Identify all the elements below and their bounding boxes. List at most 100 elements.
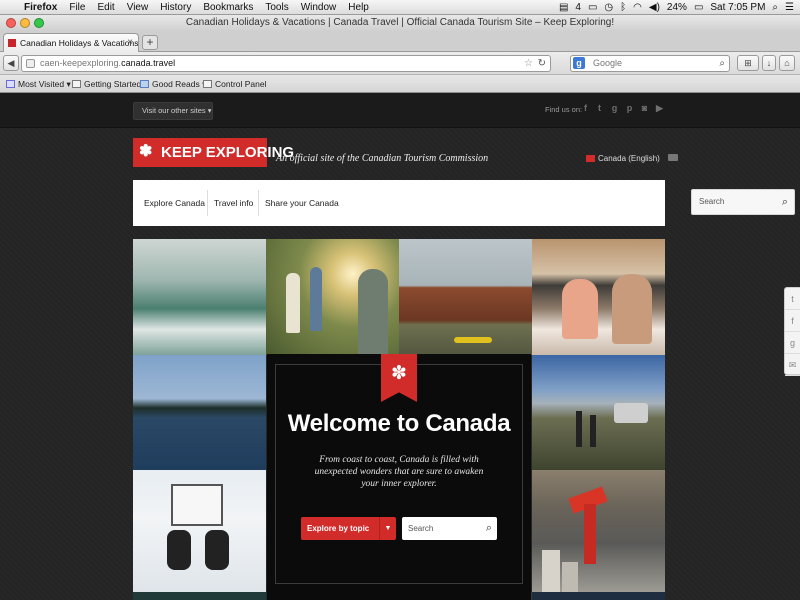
close-tab-icon[interactable]: × xyxy=(127,34,133,52)
welcome-search-input[interactable]: Search ⌕ xyxy=(402,517,497,540)
person-figure xyxy=(310,267,322,331)
site-top-strip: Visit our other sites ▾ Find us on: f t … xyxy=(0,94,800,128)
search-icon[interactable]: ⌕ xyxy=(782,190,788,214)
clock[interactable]: Sat 7:05 PM xyxy=(710,2,765,13)
search-icon[interactable]: ⌕ xyxy=(486,517,492,540)
search-engine-box[interactable]: g Google ⌕ xyxy=(570,55,730,72)
tab-strip: Canadian Holidays & Vacations ... × + xyxy=(0,31,800,52)
photo-niagara-falls[interactable] xyxy=(133,239,266,355)
bluetooth-icon[interactable]: ᛒ xyxy=(620,2,626,13)
site-identity-icon[interactable] xyxy=(26,59,35,68)
url-bar[interactable]: caen-keepexploring.canada.travel ☆ ↻ xyxy=(21,55,551,72)
site-tagline: An official site of the Canadian Tourism… xyxy=(276,153,489,164)
wifi-icon[interactable]: ◠ xyxy=(633,2,642,13)
menu-history[interactable]: History xyxy=(154,2,197,13)
photo-lake[interactable] xyxy=(133,355,266,470)
close-window-icon[interactable] xyxy=(6,18,16,28)
zoom-window-icon[interactable] xyxy=(34,18,44,28)
menu-edit[interactable]: Edit xyxy=(91,2,120,13)
spotlight-icon[interactable]: ⌕ xyxy=(772,2,778,13)
menu-bookmarks[interactable]: Bookmarks xyxy=(197,2,259,13)
reload-icon[interactable]: ↻ xyxy=(538,56,546,71)
minimize-window-icon[interactable] xyxy=(20,18,30,28)
bookmark-label: Most Visited xyxy=(18,79,65,89)
keep-exploring-logo[interactable]: ✽ KEEP EXPLORING xyxy=(133,138,294,167)
menu-view[interactable]: View xyxy=(121,2,155,13)
bookmark-most-visited[interactable]: Most Visited ▾ xyxy=(6,75,71,93)
volume-icon[interactable]: ◀) xyxy=(649,2,660,13)
page-icon xyxy=(203,80,212,88)
visit-other-sites-dropdown[interactable]: Visit our other sites ▾ xyxy=(133,102,213,120)
building-shape xyxy=(562,562,578,592)
bookmark-good-reads[interactable]: Good Reads ▾ xyxy=(140,75,206,93)
bookmark-label: Getting Started xyxy=(84,79,142,89)
download-button[interactable]: ↓ xyxy=(762,55,776,71)
page-icon xyxy=(72,80,81,88)
photo-patio-dining[interactable] xyxy=(532,239,665,355)
bookmarks-toolbar: Most Visited ▾ Getting Started Good Read… xyxy=(0,75,800,93)
share-sidebar: t f g ✉ xyxy=(784,287,800,376)
time-machine-icon[interactable]: ◷ xyxy=(604,2,613,13)
menu-window[interactable]: Window xyxy=(295,2,343,13)
nav-share-your-canada[interactable]: Share your Canada xyxy=(265,180,339,226)
nav-divider xyxy=(207,190,208,216)
pinterest-icon[interactable]: p xyxy=(624,103,635,115)
language-selector[interactable]: Canada (English) xyxy=(586,154,679,163)
kayak-shape xyxy=(454,337,492,343)
nav-explore-canada[interactable]: Explore Canada xyxy=(144,180,205,226)
facebook-icon[interactable]: f xyxy=(580,103,591,115)
battery-icon[interactable]: ▭ xyxy=(694,2,703,13)
twitter-icon[interactable]: t xyxy=(594,103,605,115)
back-button[interactable]: ◀ xyxy=(3,55,19,71)
bookmark-getting-started[interactable]: Getting Started xyxy=(72,75,141,93)
instagram-icon[interactable]: ◙ xyxy=(639,103,650,115)
puzzle-addon-button[interactable]: ⊞ xyxy=(737,55,759,71)
bookmark-star-icon[interactable]: ☆ xyxy=(524,56,533,71)
google-icon[interactable]: g xyxy=(573,57,585,69)
photo-partial[interactable] xyxy=(532,592,665,600)
google-plus-icon[interactable]: g xyxy=(609,103,620,115)
search-icon[interactable]: ⌕ xyxy=(719,56,725,71)
photo-vineyard-walk[interactable] xyxy=(266,239,399,355)
folder-icon xyxy=(140,80,149,88)
battery-percent[interactable]: 24% xyxy=(667,2,687,13)
browser-tab[interactable]: Canadian Holidays & Vacations ... × xyxy=(3,33,139,52)
building-shape xyxy=(542,550,560,592)
photo-partial[interactable] xyxy=(133,592,266,600)
notification-icon[interactable]: ▤ xyxy=(559,2,568,13)
main-navigation: Explore Canada Travel info Share your Ca… xyxy=(133,180,795,226)
person-figure xyxy=(286,273,300,333)
menu-help[interactable]: Help xyxy=(342,2,375,13)
welcome-search-placeholder: Search xyxy=(408,524,434,533)
menu-app-name[interactable]: Firefox xyxy=(18,2,63,13)
window-title: Canadian Holidays & Vacations | Canada T… xyxy=(185,17,615,28)
menu-file[interactable]: File xyxy=(63,2,91,13)
photo-tundra-buggy[interactable] xyxy=(133,470,266,592)
home-button[interactable]: ⌂ xyxy=(779,55,795,71)
chevron-down-icon[interactable]: ▼ xyxy=(379,517,396,540)
notification-center-icon[interactable]: ☰ xyxy=(785,2,794,13)
youtube-icon[interactable]: ▶ xyxy=(654,103,665,115)
site-search-input[interactable]: Search ⌕ xyxy=(691,189,795,215)
google-plus-icon[interactable]: g xyxy=(785,332,800,354)
site-search-placeholder: Search xyxy=(699,197,725,206)
person-figure xyxy=(584,504,596,564)
welcome-panel: ✽ Welcome to Canada From coast to coast,… xyxy=(267,354,531,600)
bookmark-control-panel[interactable]: Control Panel xyxy=(203,75,267,93)
email-icon[interactable]: ✉ xyxy=(785,354,800,376)
most-visited-icon xyxy=(6,80,15,88)
find-us-label: Find us on: xyxy=(545,105,583,114)
new-tab-button[interactable]: + xyxy=(142,35,158,50)
photo-coastal-hikers[interactable] xyxy=(532,355,665,470)
chat-icon[interactable] xyxy=(668,154,679,161)
screen-icon[interactable]: ▭ xyxy=(588,2,597,13)
maple-leaf-icon: ✽ xyxy=(139,143,153,160)
twitter-icon[interactable]: t xyxy=(785,288,800,310)
photo-edgewalk[interactable] xyxy=(532,470,665,592)
photo-kayaking[interactable] xyxy=(399,239,532,355)
facebook-icon[interactable]: f xyxy=(785,310,800,332)
menu-tools[interactable]: Tools xyxy=(259,2,294,13)
vehicle-shape xyxy=(614,403,648,423)
explore-by-topic-dropdown[interactable]: Explore by topic ▼ xyxy=(301,517,396,540)
nav-travel-info[interactable]: Travel info xyxy=(214,180,253,226)
